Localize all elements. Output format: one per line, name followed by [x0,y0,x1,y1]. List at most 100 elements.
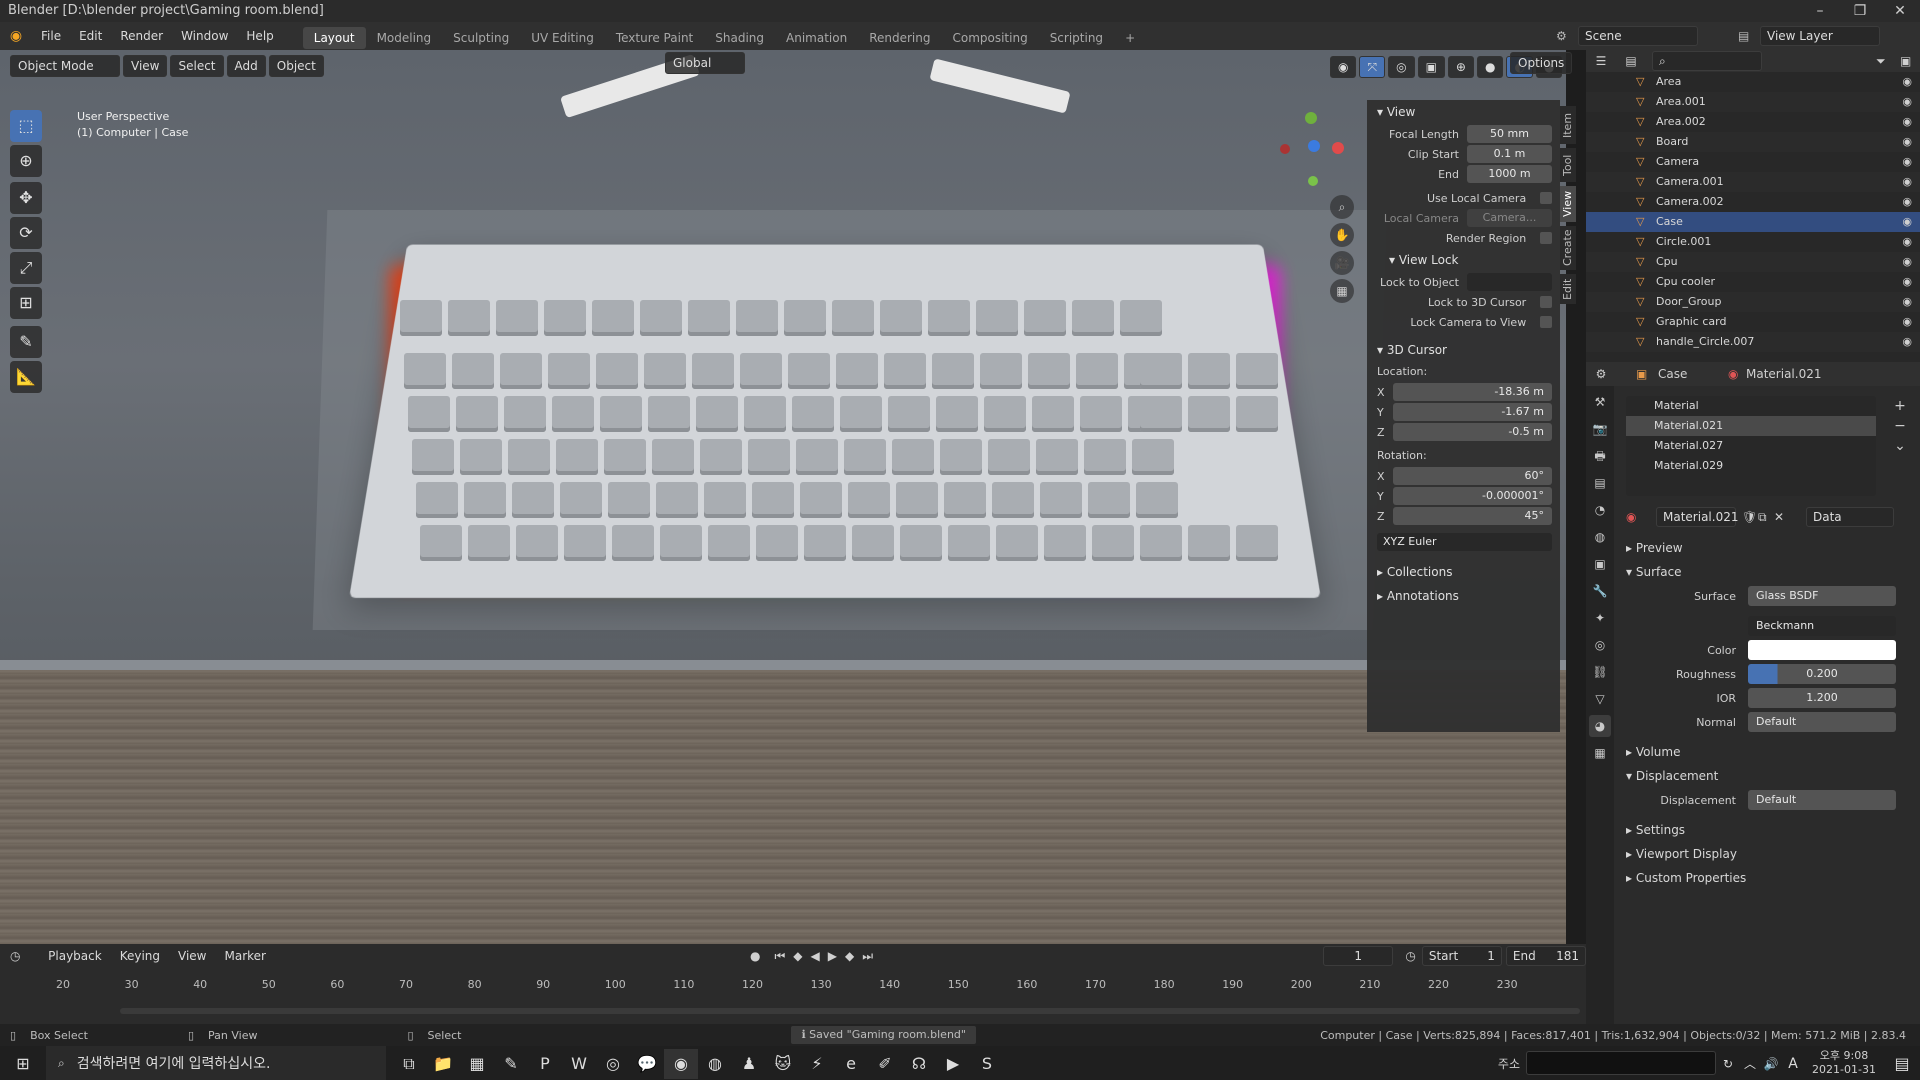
eye-icon[interactable]: ◉ [1902,212,1912,232]
eye-icon[interactable]: ◉ [1902,172,1912,192]
outliner-row[interactable]: ▽ Cpu ◉ [1586,252,1920,272]
solid-shading-icon[interactable]: ● [1476,56,1504,78]
annotations-header[interactable]: ▸ Annotations [1367,584,1560,608]
tab-compositing[interactable]: Compositing [941,27,1038,49]
euler-dropdown[interactable]: XYZ Euler [1377,533,1552,551]
tab-rendering[interactable]: Rendering [858,27,941,49]
outliner-row[interactable]: ▽ Circle.001 ◉ [1586,232,1920,252]
remove-slot-icon[interactable]: − [1890,416,1910,436]
properties-editor-icon[interactable]: ⚙ [1586,367,1616,381]
material-slot[interactable]: Material.021 [1626,416,1876,436]
camera-view-icon[interactable]: 🎥 [1330,251,1354,275]
sidebar-tab-item[interactable]: Item [1560,106,1576,144]
measure-tool-icon[interactable]: 📐 [10,361,42,393]
eye-icon[interactable]: ◉ [1902,292,1912,312]
tool-tab-icon[interactable]: ⚒ [1589,391,1611,413]
navigation-gizmo[interactable] [1270,110,1350,190]
cursor-y-field[interactable]: -1.67 m [1393,403,1552,421]
editor-app-icon[interactable]: ✐ [868,1049,902,1079]
render-tab-icon[interactable]: 📷 [1589,418,1611,440]
slot-menu-icon[interactable]: ⌄ [1890,436,1910,456]
menu-window[interactable]: Window [172,22,237,50]
outliner-row[interactable]: ▽ Case ◉ [1586,212,1920,232]
lock-to-cursor-checkbox[interactable] [1540,296,1552,308]
outliner-row[interactable]: ▽ Cpu cooler ◉ [1586,272,1920,292]
gizmo-neg-y-icon[interactable] [1308,176,1318,186]
tab-shading[interactable]: Shading [704,27,775,49]
gizmo-toggle-icon[interactable]: ⤧ [1359,56,1386,78]
menu-help[interactable]: Help [237,22,282,50]
blender-taskbar-icon[interactable]: ◉ [664,1049,698,1079]
eye-icon[interactable]: ◉ [1902,112,1912,132]
displacement-panel-header[interactable]: ▾ Displacement [1614,764,1920,788]
sidebar-tab-edit[interactable]: Edit [1560,274,1576,304]
annotate-tool-icon[interactable]: ✎ [10,326,42,358]
pan-hand-icon[interactable]: ✋ [1330,223,1354,247]
physics-tab-icon[interactable]: ◎ [1589,634,1611,656]
eye-icon[interactable]: ◉ [1902,272,1912,292]
cat-app-icon[interactable]: 🐱 [766,1049,800,1079]
task-view-icon[interactable]: ⧉ [392,1049,426,1079]
focal-length-field[interactable]: 50 mm [1467,125,1552,143]
eye-icon[interactable]: ◉ [1902,72,1912,92]
powerpoint-icon[interactable]: P [528,1049,562,1079]
ortho-grid-icon[interactable]: ▦ [1330,279,1354,303]
skype-icon[interactable]: S [970,1049,1004,1079]
outliner-row[interactable]: ▽ Camera.001 ◉ [1586,172,1920,192]
collections-header[interactable]: ▸ Collections [1367,560,1560,584]
material-tab-icon[interactable]: ◕ [1589,715,1611,737]
use-local-camera-checkbox[interactable] [1540,192,1552,204]
add-workspace-icon[interactable]: + [1114,27,1146,49]
wireframe-shading-icon[interactable]: ⊕ [1447,56,1474,78]
eye-icon[interactable]: ◉ [1902,332,1912,352]
breadcrumb-material[interactable]: Material.021 [1746,367,1821,381]
mode-dropdown[interactable]: Object Mode [10,55,120,77]
outliner-row[interactable]: ▽ Area ◉ [1586,72,1920,92]
local-camera-field[interactable]: Camera... [1467,209,1552,227]
settings-panel-header[interactable]: ▸ Settings [1614,818,1920,842]
tab-animation[interactable]: Animation [775,27,858,49]
app-icon[interactable]: ✎ [494,1049,528,1079]
viewport-menu-select[interactable]: Select [170,55,224,77]
blender-logo-icon[interactable]: ◉ [0,28,32,44]
scale-tool-icon[interactable]: ⤢ [10,252,42,284]
duplicate-icon[interactable]: ⧉ [1758,510,1774,525]
tab-modeling[interactable]: Modeling [366,27,443,49]
transform-tool-icon[interactable]: ⊞ [10,287,42,319]
custom-properties-header[interactable]: ▸ Custom Properties [1614,866,1920,890]
material-slot[interactable]: Material [1626,396,1876,416]
word-icon[interactable]: W [562,1049,596,1079]
material-slot[interactable]: Material.027 [1626,436,1876,456]
outliner-editor-icon[interactable]: ☰ [1586,54,1616,68]
eye-icon[interactable]: ◉ [1902,152,1912,172]
visibility-icon[interactable]: ◉ [1330,56,1357,78]
tab-sculpting[interactable]: Sculpting [442,27,520,49]
outliner-row[interactable]: ▽ Area.002 ◉ [1586,112,1920,132]
surface-shader-field[interactable]: Glass BSDF [1748,586,1896,606]
render-region-checkbox[interactable] [1540,232,1552,244]
overwatch-icon[interactable]: ◎ [596,1049,630,1079]
particles-tab-icon[interactable]: ✦ [1589,607,1611,629]
xray-icon[interactable]: ▣ [1417,56,1445,78]
eye-icon[interactable]: ◉ [1902,252,1912,272]
sidebar-tab-view[interactable]: View [1560,186,1576,222]
3d-viewport[interactable]: Object Mode View Select Add Object User … [0,50,1566,944]
thunder-app-icon[interactable]: ⚡ [800,1049,834,1079]
notification-icon[interactable]: ▤ [1884,1049,1920,1079]
options-dropdown[interactable]: Options [1510,52,1573,74]
outliner-row[interactable]: ▽ Area.001 ◉ [1586,92,1920,112]
rotation-z-field[interactable]: 45° [1393,507,1552,525]
cursor-x-field[interactable]: -18.36 m [1393,383,1552,401]
game-icon[interactable]: ♟ [732,1049,766,1079]
outliner-row[interactable]: ▽ Graphic card ◉ [1586,312,1920,332]
scene-tab-icon[interactable]: ◔ [1589,499,1611,521]
move-tool-icon[interactable]: ✥ [10,182,42,214]
distribution-dropdown[interactable]: Beckmann [1748,616,1896,636]
lock-camera-checkbox[interactable] [1540,316,1552,328]
outliner-search-input[interactable]: ⌕ [1652,51,1762,71]
tab-texture-paint[interactable]: Texture Paint [605,27,704,49]
viewport-menu-view[interactable]: View [123,55,168,77]
fake-user-icon[interactable]: 🛡 [1742,510,1758,524]
tab-scripting[interactable]: Scripting [1039,27,1114,49]
viewport-menu-object[interactable]: Object [268,55,324,77]
